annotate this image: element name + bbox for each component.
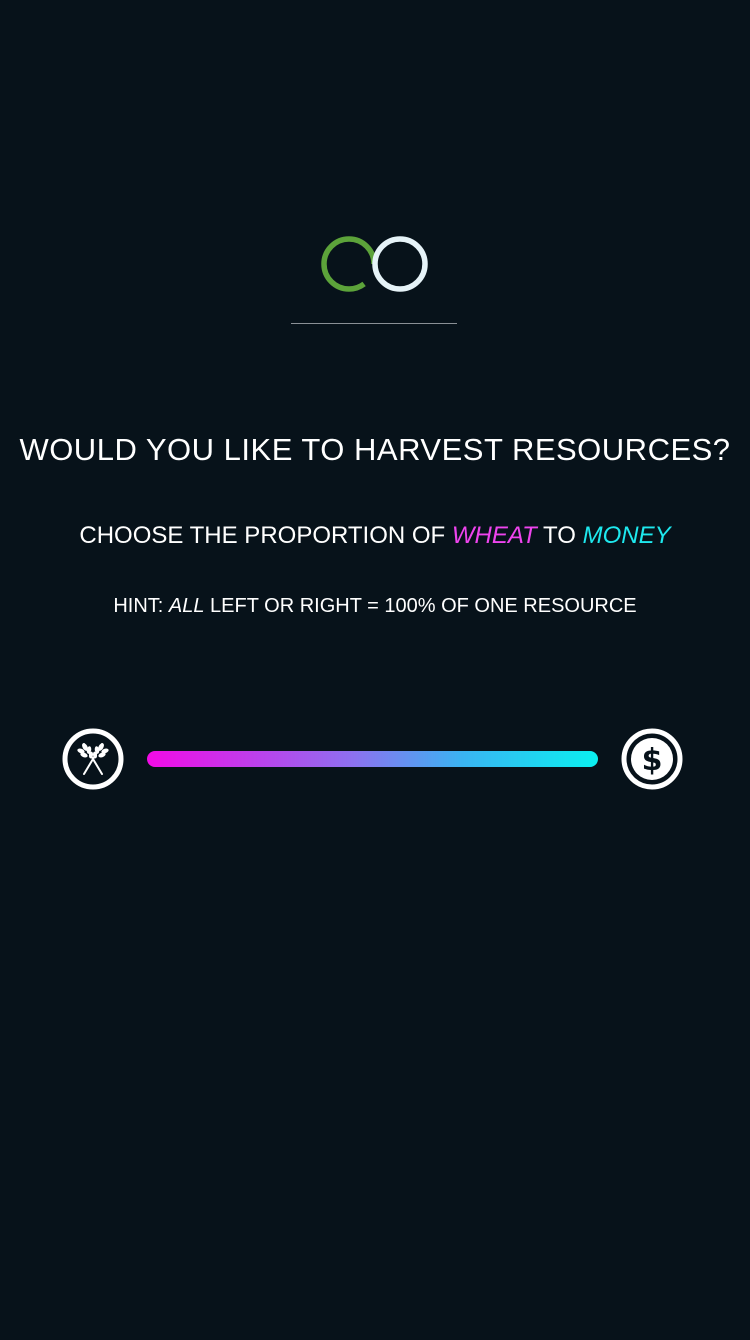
wheat-money-proportion-slider[interactable] <box>147 751 598 767</box>
instruction-prefix: CHOOSE THE PROPORTION OF <box>79 522 452 549</box>
instruction-mid: TO <box>536 522 583 549</box>
money-label: MONEY <box>582 522 671 549</box>
proportion-instruction: CHOOSE THE PROPORTION OF WHEAT TO MONEY <box>0 518 750 554</box>
svg-text:$: $ <box>642 743 663 778</box>
hint-emphasis: ALL <box>168 595 205 617</box>
hint-text: HINT: ALL LEFT OR RIGHT = 100% OF ONE RE… <box>0 590 750 622</box>
hint-rest: LEFT OR RIGHT = 100% OF ONE RESOURCE <box>204 595 637 617</box>
dollar-icon[interactable]: $ <box>621 728 683 790</box>
page-title: WOULD YOU LIKE TO HARVEST RESOURCES? <box>19 432 731 467</box>
co-logo-icon <box>321 236 428 292</box>
wheat-label: WHEAT <box>451 522 537 549</box>
logo-divider <box>291 323 457 324</box>
hint-prefix: HINT: <box>113 595 169 617</box>
wheat-icon[interactable] <box>62 728 124 790</box>
